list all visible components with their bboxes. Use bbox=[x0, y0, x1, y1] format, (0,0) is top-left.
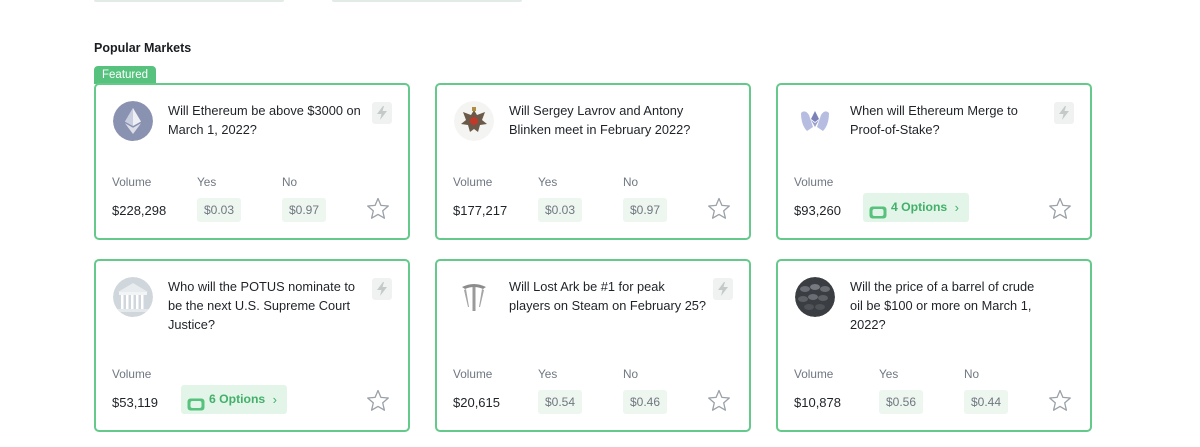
market-card[interactable]: Will the price of a barrel of crude oil … bbox=[776, 259, 1092, 432]
chevron-right-icon: › bbox=[272, 392, 277, 407]
yes-label: Yes bbox=[538, 367, 558, 381]
market-card[interactable]: Will Sergey Lavrov and Antony Blinken me… bbox=[435, 83, 751, 240]
volume-value: $93,260 bbox=[794, 203, 841, 218]
market-card[interactable]: Who will the POTUS nominate to be the ne… bbox=[94, 259, 410, 432]
options-button[interactable]: 4 Options › bbox=[863, 193, 969, 222]
yes-price-button[interactable]: $0.54 bbox=[538, 390, 583, 414]
volume-label: Volume bbox=[453, 367, 493, 381]
section-title: Popular Markets bbox=[94, 41, 192, 55]
market-question[interactable]: Who will the POTUS nominate to be the ne… bbox=[168, 277, 368, 334]
star-icon[interactable] bbox=[1048, 389, 1072, 413]
yes-price-button[interactable]: $0.56 bbox=[879, 390, 924, 414]
no-label: No bbox=[964, 367, 980, 381]
oil-barrels-icon bbox=[795, 277, 835, 317]
volume-value: $53,119 bbox=[112, 395, 159, 410]
yes-price-button[interactable]: $0.03 bbox=[197, 198, 242, 222]
no-price-button[interactable]: $0.97 bbox=[623, 198, 668, 222]
no-price-button[interactable]: $0.44 bbox=[964, 390, 1009, 414]
options-label: 4 Options bbox=[891, 200, 948, 214]
yes-price-button[interactable]: $0.03 bbox=[538, 198, 583, 222]
lost-ark-icon bbox=[454, 277, 494, 317]
bolt-icon[interactable] bbox=[372, 102, 392, 124]
volume-value: $20,615 bbox=[453, 395, 500, 410]
merge-hands-icon bbox=[795, 101, 835, 141]
russian-eagle-icon bbox=[454, 101, 494, 141]
volume-label: Volume bbox=[112, 367, 152, 381]
volume-value: $177,217 bbox=[453, 203, 508, 218]
ethereum-icon bbox=[113, 101, 153, 141]
yes-label: Yes bbox=[197, 175, 217, 189]
yes-label: Yes bbox=[538, 175, 558, 189]
options-button[interactable]: 6 Options › bbox=[181, 385, 287, 414]
no-price-button[interactable]: $0.46 bbox=[623, 390, 668, 414]
star-icon[interactable] bbox=[366, 389, 390, 413]
market-question[interactable]: Will Sergey Lavrov and Antony Blinken me… bbox=[509, 101, 709, 139]
volume-label: Volume bbox=[453, 175, 493, 189]
volume-label: Volume bbox=[794, 367, 834, 381]
star-icon[interactable] bbox=[707, 389, 731, 413]
market-question[interactable]: Will Lost Ark be #1 for peak players on … bbox=[509, 277, 709, 315]
top-tab-left[interactable] bbox=[94, 0, 284, 2]
yes-label: Yes bbox=[879, 367, 899, 381]
no-label: No bbox=[623, 367, 639, 381]
options-icon bbox=[187, 393, 205, 411]
market-card[interactable]: Will Ethereum be above $3000 on March 1,… bbox=[94, 83, 410, 240]
market-question[interactable]: When will Ethereum Merge to Proof-of-Sta… bbox=[850, 101, 1050, 139]
star-icon[interactable] bbox=[1048, 197, 1072, 221]
featured-tag: Featured bbox=[94, 66, 157, 84]
no-label: No bbox=[623, 175, 639, 189]
chevron-right-icon: › bbox=[954, 200, 959, 215]
market-question[interactable]: Will Ethereum be above $3000 on March 1,… bbox=[168, 101, 368, 139]
market-card[interactable]: When will Ethereum Merge to Proof-of-Sta… bbox=[776, 83, 1092, 240]
top-tabs bbox=[94, 0, 524, 2]
volume-value: $10,878 bbox=[794, 395, 841, 410]
market-card[interactable]: Will Lost Ark be #1 for peak players on … bbox=[435, 259, 751, 432]
options-icon bbox=[869, 201, 887, 219]
star-icon[interactable] bbox=[366, 197, 390, 221]
supreme-court-icon bbox=[113, 277, 153, 317]
no-label: No bbox=[282, 175, 298, 189]
bolt-icon[interactable] bbox=[1054, 102, 1074, 124]
star-icon[interactable] bbox=[707, 197, 731, 221]
volume-value: $228,298 bbox=[112, 203, 167, 218]
top-tab-right[interactable] bbox=[332, 0, 522, 2]
market-question[interactable]: Will the price of a barrel of crude oil … bbox=[850, 277, 1050, 334]
volume-label: Volume bbox=[794, 175, 834, 189]
volume-label: Volume bbox=[112, 175, 152, 189]
no-price-button[interactable]: $0.97 bbox=[282, 198, 327, 222]
bolt-icon[interactable] bbox=[372, 278, 392, 300]
options-label: 6 Options bbox=[209, 392, 266, 406]
bolt-icon[interactable] bbox=[713, 278, 733, 300]
